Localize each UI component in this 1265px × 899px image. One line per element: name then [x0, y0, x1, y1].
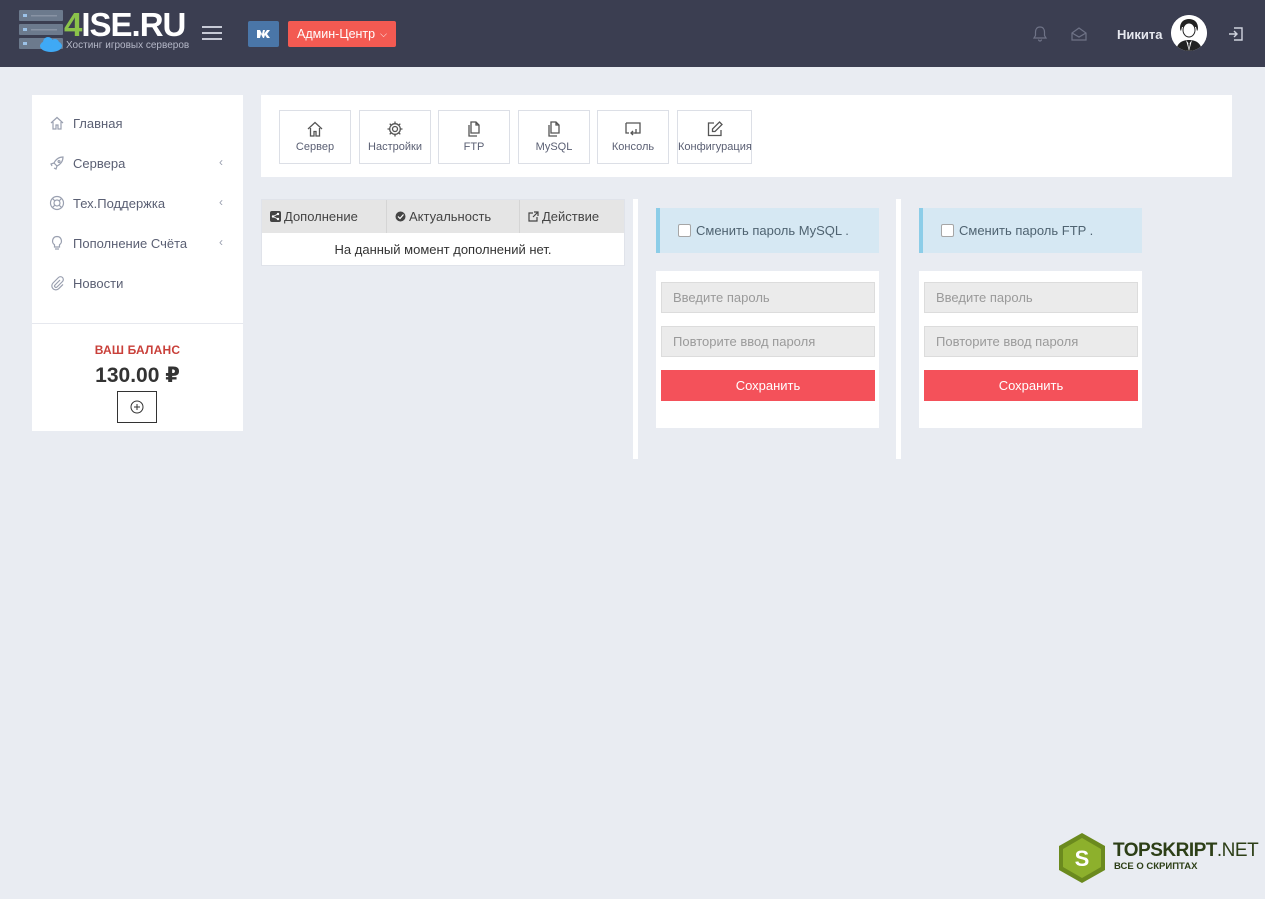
empty-state-text: На данный момент дополнений нет. — [334, 241, 552, 257]
tab-label: Конфигурация — [678, 141, 752, 153]
user-avatar[interactable] — [1171, 15, 1207, 51]
admin-center-dropdown[interactable]: Админ-Центр ⌵ — [288, 21, 396, 47]
external-link-icon — [528, 211, 539, 222]
ftp-password-checkbox[interactable] — [941, 224, 954, 237]
avatar-silhouette-icon — [1171, 15, 1207, 51]
plus-circle-icon — [130, 400, 144, 414]
watermark-title: TOPSKRIPT.NET — [1113, 840, 1259, 862]
tab-label: Консоль — [611, 141, 655, 153]
sidebar-item-label: Сервера — [73, 155, 126, 171]
sidebar-item-label: Пополнение Счёта — [73, 235, 188, 251]
ftp-password-repeat-input[interactable]: Повторите ввод пароля — [924, 326, 1138, 357]
add-funds-button[interactable] — [117, 391, 157, 423]
ftp-password-form: Введите пароль Повторите ввод пароля Сох… — [919, 271, 1142, 428]
rocket-icon — [48, 154, 66, 172]
tab-label: MySQL — [535, 141, 573, 153]
paperclip-icon — [48, 274, 66, 292]
sidebar: Главная Сервера ‹ Тех.Поддержка ‹ Пополн… — [32, 95, 243, 431]
mail-open-icon[interactable] — [1070, 25, 1088, 43]
chevron-left-icon: ‹ — [219, 155, 223, 169]
logout-icon[interactable] — [1227, 25, 1245, 43]
hexagon-logo-icon: S — [1059, 833, 1105, 883]
tab-console[interactable]: Консоль — [597, 110, 669, 164]
column-label: Дополнение — [284, 209, 358, 224]
lightbulb-icon — [48, 234, 66, 252]
mysql-toggle-label: Сменить пароль MySQL . — [696, 223, 849, 238]
sidebar-item-support[interactable]: Тех.Поддержка ‹ — [32, 183, 243, 223]
logo-number: 4 — [64, 6, 82, 43]
balance-label: ВАШ БАЛАНС — [94, 343, 181, 357]
tab-server[interactable]: Сервер — [279, 110, 351, 164]
check-circle-icon — [395, 211, 406, 222]
tab-ftp[interactable]: FTP — [438, 110, 510, 164]
mysql-password-checkbox[interactable] — [678, 224, 691, 237]
column-header-action: Действие — [520, 200, 624, 233]
server-rack-icon — [19, 10, 63, 52]
home-icon — [48, 114, 66, 132]
topskript-watermark: S TOPSKRIPT.NET ВСЕ О СКРИПТАХ — [1057, 832, 1262, 884]
bell-icon[interactable] — [1031, 25, 1049, 43]
column-label: Действие — [542, 209, 600, 224]
mysql-save-button[interactable]: Сохранить — [661, 370, 875, 401]
tab-label: Сервер — [295, 141, 335, 153]
ftp-password-toggle[interactable]: Сменить пароль FTP . — [919, 208, 1142, 253]
tab-mysql[interactable]: MySQL — [518, 110, 590, 164]
column-divider — [896, 199, 901, 459]
ftp-password-input[interactable]: Введите пароль — [924, 282, 1138, 313]
sidebar-item-topup[interactable]: Пополнение Счёта ‹ — [32, 223, 243, 263]
column-header-relevance: Актуальность — [387, 200, 520, 233]
sidebar-item-label: Главная — [73, 115, 123, 131]
sidebar-item-home[interactable]: Главная — [32, 103, 243, 143]
svg-text:S: S — [1075, 846, 1090, 871]
site-logo[interactable]: 4ISE.RU Хостинг игровых серверов — [18, 6, 190, 56]
balance-value: 130.00 ₽ — [95, 364, 180, 387]
admin-center-label: Админ-Центр — [297, 27, 376, 41]
sidebar-item-servers[interactable]: Сервера ‹ — [32, 143, 243, 183]
watermark-title-bold: TOPSKRIPT — [1113, 840, 1217, 861]
tab-label: Настройки — [368, 141, 422, 153]
watermark-subtitle: ВСЕ О СКРИПТАХ — [1114, 861, 1198, 872]
user-name[interactable]: Никита — [1117, 27, 1162, 42]
sidebar-item-label: Тех.Поддержка — [73, 195, 166, 211]
vk-button[interactable] — [248, 21, 279, 47]
tab-settings[interactable]: Настройки — [359, 110, 431, 164]
home-icon — [307, 121, 323, 137]
mysql-password-form: Введите пароль Повторите ввод пароля Сох… — [656, 271, 879, 428]
files-icon — [468, 121, 480, 137]
ftp-toggle-label: Сменить пароль FTP . — [959, 223, 1094, 238]
mysql-password-input[interactable]: Введите пароль — [661, 282, 875, 313]
lifebuoy-icon — [48, 194, 66, 212]
hamburger-menu-icon[interactable] — [202, 26, 222, 42]
chevron-down-icon: ⌵ — [380, 28, 387, 39]
files-icon — [548, 121, 560, 137]
logo-tagline: Хостинг игровых серверов — [66, 40, 190, 51]
mysql-password-repeat-input[interactable]: Повторите ввод пароля — [661, 326, 875, 357]
column-label: Актуальность — [409, 209, 492, 224]
mysql-password-toggle[interactable]: Сменить пароль MySQL . — [656, 208, 879, 253]
logo-title: 4ISE.RU — [64, 6, 186, 44]
gear-icon — [387, 121, 403, 137]
ftp-save-button[interactable]: Сохранить — [924, 370, 1138, 401]
vk-icon — [256, 30, 270, 38]
sidebar-nav: Главная Сервера ‹ Тех.Поддержка ‹ Пополн… — [32, 95, 243, 303]
tab-label: FTP — [463, 141, 485, 153]
share-icon — [270, 211, 281, 222]
edit-icon — [707, 121, 723, 137]
sidebar-item-news[interactable]: Новости — [32, 263, 243, 303]
logo-domain: ISE.RU — [81, 6, 186, 43]
balance-panel: ВАШ БАЛАНС 130.00 ₽ — [32, 323, 243, 431]
tab-configuration[interactable]: Конфигурация — [677, 110, 752, 164]
column-divider — [633, 199, 638, 459]
watermark-title-light: .NET — [1216, 840, 1259, 861]
console-icon — [625, 122, 641, 136]
chevron-left-icon: ‹ — [219, 235, 223, 249]
addons-table: Дополнение Актуальность Действие На данн… — [261, 199, 625, 266]
column-header-addon: Дополнение — [262, 200, 387, 233]
chevron-left-icon: ‹ — [219, 195, 223, 209]
top-header: 4ISE.RU Хостинг игровых серверов Админ-Ц… — [0, 0, 1265, 67]
server-toolbar: Сервер Настройки FTP MySQL Консоль Конфи… — [261, 95, 1232, 177]
table-header: Дополнение Актуальность Действие — [262, 200, 624, 233]
sidebar-item-label: Новости — [73, 275, 124, 291]
